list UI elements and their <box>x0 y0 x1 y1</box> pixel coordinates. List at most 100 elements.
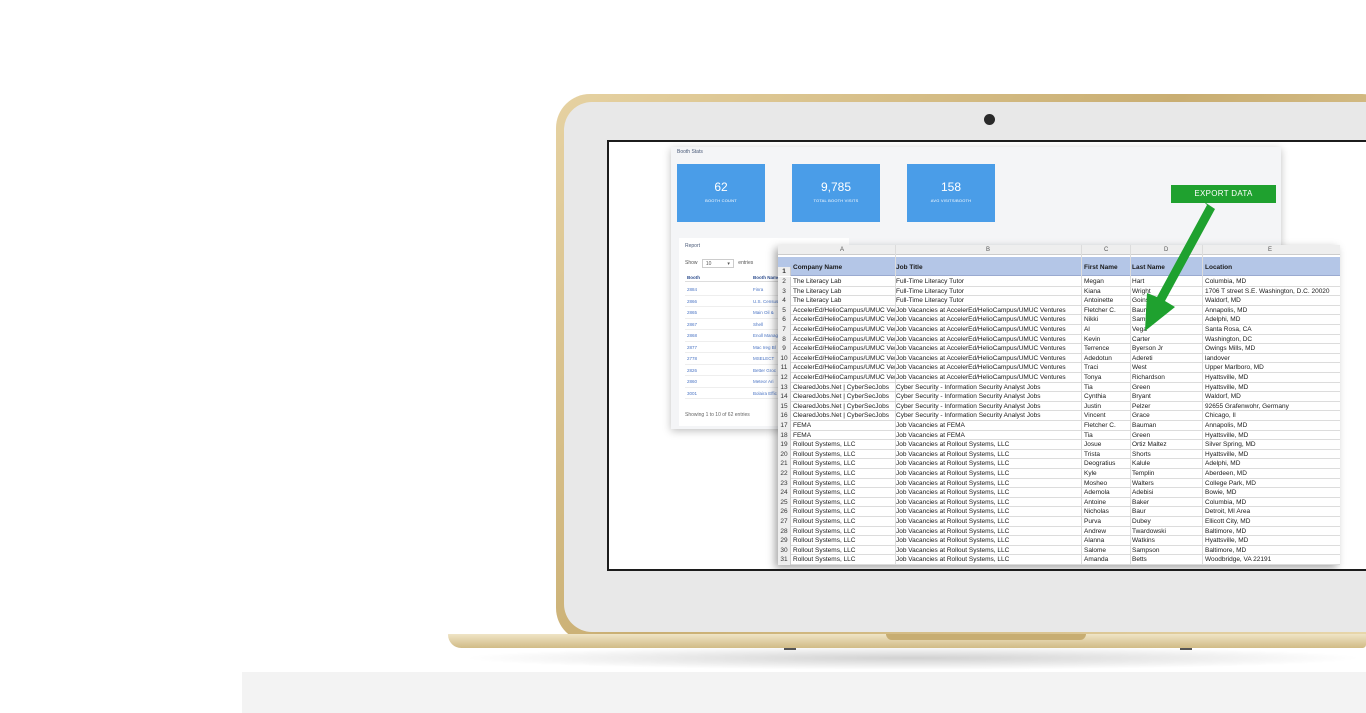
cell-first-name[interactable]: Andrew <box>1084 528 1130 535</box>
cell-job-title[interactable]: Cyber Security - Information Security An… <box>896 384 1080 391</box>
booth-name[interactable]: Better Groc <box>753 368 776 373</box>
cell-location[interactable]: Aberdeen, MD <box>1205 470 1340 477</box>
cell-job-title[interactable]: Job Vacancies at Rollout Systems, LLC <box>896 508 1080 515</box>
cell-location[interactable]: landover <box>1205 355 1340 362</box>
cell-first-name[interactable]: Vincent <box>1084 412 1130 419</box>
cell-location[interactable]: Chicago, Il <box>1205 412 1340 419</box>
cell-company-name[interactable]: The Literacy Lab <box>793 278 895 285</box>
cell-company-name[interactable]: AccelerEd/HelioCampus/UMUC Ventures <box>793 355 895 362</box>
cell-location[interactable]: Silver Spring, MD <box>1205 441 1340 448</box>
cell-job-title[interactable]: Job Vacancies at Rollout Systems, LLC <box>896 547 1080 554</box>
cell-first-name[interactable]: Justin <box>1084 403 1130 410</box>
cell-first-name[interactable]: Trista <box>1084 451 1130 458</box>
cell-location[interactable]: Hyattsville, MD <box>1205 451 1340 458</box>
spreadsheet-row[interactable]: 20 Rollout Systems, LLC Job Vacancies at R… <box>778 449 1340 460</box>
spreadsheet-row[interactable]: 13 ClearedJobs.Net | CyberSecJobs Cyber Se… <box>778 382 1340 393</box>
spreadsheet-row[interactable]: 18 FEMA Job Vacancies at FEMA Tia Green Hyatt… <box>778 430 1340 441</box>
cell-first-name[interactable]: Megan <box>1084 278 1130 285</box>
cell-company-name[interactable]: ClearedJobs.Net | CyberSecJobs <box>793 412 895 419</box>
cell-company-name[interactable]: AccelerEd/HelioCampus/UMUC Ventures <box>793 326 895 333</box>
cell-company-name[interactable]: The Literacy Lab <box>793 297 895 304</box>
cell-location[interactable]: Adelphi, MD <box>1205 460 1340 467</box>
booth-name[interactable]: Shell <box>753 322 763 327</box>
cell-last-name[interactable]: Dubey <box>1132 518 1202 525</box>
cell-job-title[interactable]: Cyber Security - Information Security An… <box>896 412 1080 419</box>
spreadsheet-row[interactable]: 11AccelerEd/HelioCampus/UMUC VenturesJob… <box>778 363 1340 373</box>
booth-name[interactable]: Bolaira Effic <box>753 391 777 396</box>
cell-job-title[interactable]: Job Vacancies at FEMA <box>896 422 1080 429</box>
cell-company-name[interactable]: Rollout Systems, LLC <box>793 470 895 477</box>
cell-job-title[interactable]: Job Vacancies at Rollout Systems, LLC <box>896 556 1080 563</box>
spreadsheet-row[interactable]: 15 ClearedJobs.Net | CyberSecJobs Cyber Se… <box>778 401 1340 412</box>
booth-id[interactable]: 2868 <box>687 333 697 338</box>
spreadsheet-row[interactable]: 31 Rollout Systems, LLC Job Vacancies at R… <box>778 555 1340 565</box>
cell-company-name[interactable]: Rollout Systems, LLC <box>793 451 895 458</box>
cell-company-name[interactable]: Rollout Systems, LLC <box>793 460 895 467</box>
cell-job-title[interactable]: Job Vacancies at Rollout Systems, LLC <box>896 518 1080 525</box>
spreadsheet-row[interactable]: 17 FEMA Job Vacancies at FEMA Fletcher C. Ba… <box>778 421 1340 431</box>
cell-job-title[interactable]: Job Vacancies at AccelerEd/HelioCampus/U… <box>896 374 1080 381</box>
cell-company-name[interactable]: ClearedJobs.Net | CyberSecJobs <box>793 393 895 400</box>
booth-name[interactable]: Meteor Ari <box>753 379 774 384</box>
cell-location[interactable]: Annapolis, MD <box>1205 422 1340 429</box>
cell-last-name[interactable]: Templin <box>1132 470 1202 477</box>
cell-location[interactable]: Washington, DC <box>1205 336 1340 343</box>
spreadsheet-row[interactable]: 12AccelerEd/HelioCampus/UMUC VenturesJob… <box>778 373 1340 383</box>
spreadsheet-row[interactable]: 6AccelerEd/HelioCampus/UMUC VenturesJob … <box>778 315 1340 325</box>
cell-company-name[interactable]: AccelerEd/HelioCampus/UMUC Ventures <box>793 345 895 352</box>
cell-first-name[interactable]: Al <box>1084 326 1130 333</box>
spreadsheet-row[interactable]: 23 Rollout Systems, LLC Job Vacancies at R… <box>778 478 1340 489</box>
booth-id[interactable]: 2826 <box>687 368 697 373</box>
spreadsheet-row[interactable]: 29 Rollout Systems, LLC Job Vacancies at R… <box>778 536 1340 546</box>
cell-first-name[interactable]: Antoine <box>1084 499 1130 506</box>
cell-last-name[interactable]: Pelzer <box>1132 403 1202 410</box>
cell-last-name[interactable]: Bauman <box>1132 422 1202 429</box>
cell-first-name[interactable]: Mosheo <box>1084 480 1130 487</box>
cell-job-title[interactable]: Full-Time Literacy Tutor <box>896 297 1080 304</box>
cell-first-name[interactable]: Josue <box>1084 441 1130 448</box>
cell-first-name[interactable]: Adedotun <box>1084 355 1130 362</box>
spreadsheet-row[interactable]: 14 ClearedJobs.Net | CyberSecJobs Cyber Se… <box>778 392 1340 402</box>
cell-last-name[interactable]: Sampson <box>1132 547 1202 554</box>
cell-first-name[interactable]: Alanna <box>1084 537 1130 544</box>
cell-first-name[interactable]: Tonya <box>1084 374 1130 381</box>
cell-job-title[interactable]: Job Vacancies at AccelerEd/HelioCampus/U… <box>896 345 1080 352</box>
cell-location[interactable]: Columbia, MD <box>1205 278 1340 285</box>
cell-first-name[interactable]: Amanda <box>1084 556 1130 563</box>
cell-location[interactable]: Ellicott City, MD <box>1205 518 1340 525</box>
cell-company-name[interactable]: Rollout Systems, LLC <box>793 547 895 554</box>
cell-job-title[interactable]: Job Vacancies at FEMA <box>896 432 1080 439</box>
cell-job-title[interactable]: Cyber Security - Information Security An… <box>896 393 1080 400</box>
cell-job-title[interactable]: Job Vacancies at Rollout Systems, LLC <box>896 460 1080 467</box>
booth-name[interactable]: Main Oil & <box>753 310 774 315</box>
cell-first-name[interactable]: Fletcher C. <box>1084 422 1130 429</box>
booth-id[interactable]: 2778 <box>687 356 697 361</box>
cell-location[interactable]: Annapolis, MD <box>1205 307 1340 314</box>
cell-company-name[interactable]: Rollout Systems, LLC <box>793 556 895 563</box>
cell-last-name[interactable]: Green <box>1132 384 1202 391</box>
booth-name[interactable]: Mac Ireg Bl <box>753 345 776 350</box>
cell-company-name[interactable]: ClearedJobs.Net | CyberSecJobs <box>793 384 895 391</box>
cell-last-name[interactable]: Grace <box>1132 412 1202 419</box>
cell-location[interactable]: Adelphi, MD <box>1205 316 1340 323</box>
entries-select[interactable]: 10 ▾ <box>701 259 734 268</box>
cell-location[interactable]: Hyattsville, MD <box>1205 537 1340 544</box>
cell-location[interactable]: Hyattsville, MD <box>1205 384 1340 391</box>
cell-location[interactable]: Detroit, MI Area <box>1205 508 1340 515</box>
cell-company-name[interactable]: Rollout Systems, LLC <box>793 499 895 506</box>
cell-company-name[interactable]: ClearedJobs.Net | CyberSecJobs <box>793 403 895 410</box>
cell-job-title[interactable]: Full-Time Literacy Tutor <box>896 278 1080 285</box>
spreadsheet-row[interactable]: 7AccelerEd/HelioCampus/UMUC VenturesJob … <box>778 325 1340 335</box>
booth-id[interactable]: 2867 <box>687 322 697 327</box>
spreadsheet-row[interactable]: 19 Rollout Systems, LLC Job Vacancies at R… <box>778 440 1340 450</box>
cell-location[interactable]: Woodbridge, VA 22191 <box>1205 556 1340 563</box>
booth-name[interactable]: Finra <box>753 287 763 292</box>
cell-location[interactable]: Baltimore, MD <box>1205 528 1340 535</box>
cell-last-name[interactable]: Richardson <box>1132 374 1202 381</box>
cell-job-title[interactable]: Job Vacancies at Rollout Systems, LLC <box>896 441 1080 448</box>
booth-id[interactable]: 2884 <box>687 287 697 292</box>
cell-last-name[interactable]: Baker <box>1132 499 1202 506</box>
spreadsheet-row[interactable]: 28 Rollout Systems, LLC Job Vacancies at R… <box>778 526 1340 537</box>
cell-job-title[interactable]: Job Vacancies at Rollout Systems, LLC <box>896 451 1080 458</box>
cell-location[interactable]: Baltimore, MD <box>1205 547 1340 554</box>
